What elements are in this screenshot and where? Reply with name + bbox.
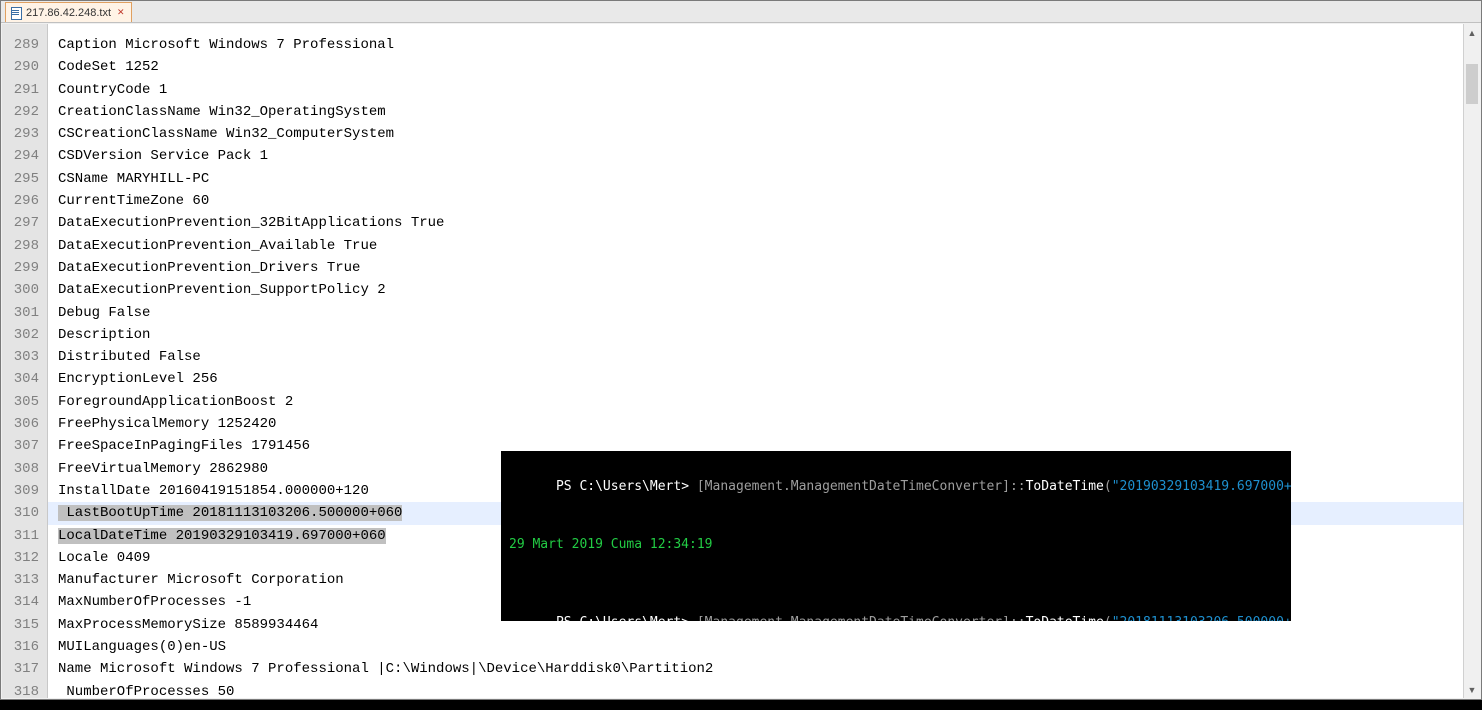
ps-method: ToDateTime <box>1026 479 1104 494</box>
line-number: 314 <box>2 591 47 613</box>
code-line[interactable]: CurrentTimeZone 60 <box>48 190 1480 212</box>
powershell-panel: PS C:\Users\Mert> [Management.Management… <box>501 451 1291 621</box>
line-number: 312 <box>2 547 47 569</box>
ps-command-line-1: PS C:\Users\Mert> [Management.Management… <box>509 457 1283 516</box>
ps-method: ToDateTime <box>1026 615 1104 621</box>
code-line[interactable]: Name Microsoft Windows 7 Professional |C… <box>48 658 1480 680</box>
code-line[interactable]: Distributed False <box>48 346 1480 368</box>
code-line[interactable]: DataExecutionPrevention_SupportPolicy 2 <box>48 279 1480 301</box>
scroll-thumb[interactable] <box>1466 64 1478 104</box>
line-number: 306 <box>2 413 47 435</box>
line-number: 304 <box>2 368 47 390</box>
code-line[interactable]: CSName MARYHILL-PC <box>48 168 1480 190</box>
scroll-up-icon[interactable]: ▲ <box>1464 24 1480 41</box>
ps-arg-1: "20190329103419.697000+060" <box>1112 479 1291 494</box>
line-number: 292 <box>2 101 47 123</box>
line-number: 297 <box>2 212 47 234</box>
line-number: 315 <box>2 614 47 636</box>
code-line[interactable]: CSDVersion Service Pack 1 <box>48 145 1480 167</box>
line-number: 303 <box>2 346 47 368</box>
code-line[interactable]: DataExecutionPrevention_Drivers True <box>48 257 1480 279</box>
line-number-gutter: 2892902912922932942952962972982993003013… <box>2 24 48 698</box>
line-number: 305 <box>2 391 47 413</box>
line-number: 318 <box>2 681 47 703</box>
file-icon <box>10 7 22 19</box>
ps-command-line-2: PS C:\Users\Mert> [Management.Management… <box>509 594 1283 622</box>
line-number: 299 <box>2 257 47 279</box>
tab-title: 217.86.42.248.txt <box>26 7 111 19</box>
line-number: 293 <box>2 123 47 145</box>
code-line[interactable]: DataExecutionPrevention_Available True <box>48 235 1480 257</box>
ps-prompt: PS C:\Users\Mert> <box>556 615 689 621</box>
line-number: 307 <box>2 435 47 457</box>
ps-arg-2: "20181113103206.500000+060" <box>1112 615 1291 621</box>
line-number: 298 <box>2 235 47 257</box>
ps-class: [Management.ManagementDateTimeConverter] <box>697 615 1010 621</box>
code-line[interactable]: Description <box>48 324 1480 346</box>
line-number: 295 <box>2 168 47 190</box>
code-line[interactable]: FreePhysicalMemory 1252420 <box>48 413 1480 435</box>
code-line[interactable]: Caption Microsoft Windows 7 Professional <box>48 34 1480 56</box>
line-number: 294 <box>2 145 47 167</box>
line-number: 317 <box>2 658 47 680</box>
line-number: 310 <box>2 502 47 524</box>
ps-output-1: 29 Mart 2019 Cuma 12:34:19 <box>509 535 1283 555</box>
code-line[interactable]: EncryptionLevel 256 <box>48 368 1480 390</box>
line-number: 302 <box>2 324 47 346</box>
editor-window: 217.86.42.248.txt ✕ 28929029129229329429… <box>0 0 1482 700</box>
tab-bar: 217.86.42.248.txt ✕ <box>1 1 1481 23</box>
line-number: 311 <box>2 525 47 547</box>
ps-class: [Management.ManagementDateTimeConverter] <box>697 479 1010 494</box>
line-number: 291 <box>2 79 47 101</box>
line-number: 300 <box>2 279 47 301</box>
code-line[interactable]: CreationClassName Win32_OperatingSystem <box>48 101 1480 123</box>
ps-prompt: PS C:\Users\Mert> <box>556 479 689 494</box>
code-line[interactable]: DataExecutionPrevention_32BitApplication… <box>48 212 1480 234</box>
code-line[interactable]: NumberOfProcesses 50 <box>48 681 1480 703</box>
code-line[interactable]: CSCreationClassName Win32_ComputerSystem <box>48 123 1480 145</box>
scroll-down-icon[interactable]: ▼ <box>1464 681 1480 698</box>
line-number: 301 <box>2 302 47 324</box>
line-number: 308 <box>2 458 47 480</box>
code-line[interactable]: ForegroundApplicationBoost 2 <box>48 391 1480 413</box>
line-number: 296 <box>2 190 47 212</box>
code-line[interactable]: CodeSet 1252 <box>48 56 1480 78</box>
vertical-scrollbar[interactable]: ▲ ▼ <box>1463 24 1480 698</box>
code-line[interactable]: CountryCode 1 <box>48 79 1480 101</box>
line-number: 313 <box>2 569 47 591</box>
line-number: 316 <box>2 636 47 658</box>
code-line[interactable]: Debug False <box>48 302 1480 324</box>
line-number: 289 <box>2 34 47 56</box>
close-icon[interactable]: ✕ <box>115 7 127 18</box>
line-number: 290 <box>2 56 47 78</box>
line-number: 309 <box>2 480 47 502</box>
file-tab[interactable]: 217.86.42.248.txt ✕ <box>5 2 132 22</box>
code-line[interactable]: MUILanguages(0)en-US <box>48 636 1480 658</box>
